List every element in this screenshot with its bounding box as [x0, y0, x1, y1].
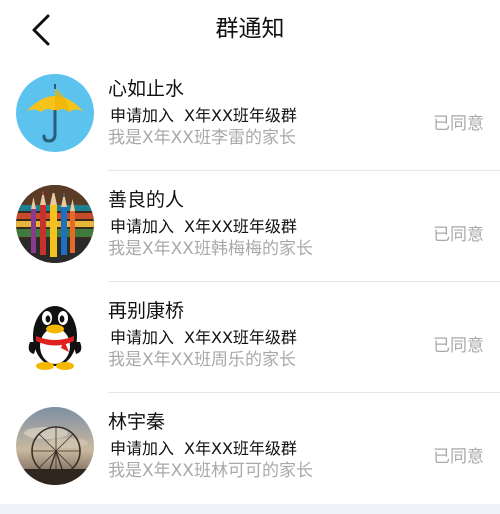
notification-item[interactable]: 心如止水 申请加入 X年XX班年级群 我是X年XX班李雷的家长 已同意: [0, 60, 500, 171]
request-message: 我是X年XX班林可可的家长: [108, 461, 313, 481]
notification-list: 心如止水 申请加入 X年XX班年级群 我是X年XX班李雷的家长 已同意 善良的人…: [0, 60, 500, 504]
notification-item[interactable]: 再别康桥 申请加入 X年XX班年级群 我是X年XX班周乐的家长 已同意: [0, 282, 500, 393]
avatar[interactable]: [16, 296, 94, 374]
notification-item[interactable]: 林宇秦 申请加入 X年XX班年级群 我是X年XX班林可可的家长 已同意: [0, 393, 500, 504]
status-label: 已同意: [433, 225, 484, 245]
bottom-divider-strip: [0, 504, 500, 514]
status-label: 已同意: [433, 114, 484, 134]
umbrella-icon: [16, 74, 94, 152]
request-action: 申请加入: [110, 439, 175, 458]
request-action: 申请加入: [110, 106, 175, 125]
status-label: 已同意: [433, 336, 484, 356]
member-name: 再别康桥: [108, 300, 185, 322]
status-label: 已同意: [433, 447, 484, 467]
avatar[interactable]: [16, 74, 94, 152]
request-message: 我是X年XX班李雷的家长: [108, 128, 296, 148]
notification-item[interactable]: 善良的人 申请加入 X年XX班年级群 我是X年XX班韩梅梅的家长 已同意: [0, 171, 500, 282]
group-name: X年XX班年级群: [184, 106, 297, 125]
colored-pencils-icon: [16, 185, 94, 263]
group-name: X年XX班年级群: [184, 439, 297, 458]
ferris-wheel-icon: [16, 407, 94, 485]
request-message: 我是X年XX班周乐的家长: [108, 350, 296, 370]
member-name: 善良的人: [108, 189, 185, 211]
request-line: 申请加入 X年XX班年级群: [110, 327, 297, 349]
header-bar: 群通知: [0, 0, 500, 60]
request-line: 申请加入 X年XX班年级群: [110, 438, 297, 460]
member-name: 心如止水: [108, 78, 185, 100]
penguin-icon: [16, 296, 94, 374]
request-line: 申请加入 X年XX班年级群: [110, 105, 297, 127]
request-line: 申请加入 X年XX班年级群: [110, 216, 297, 238]
group-name: X年XX班年级群: [184, 328, 297, 347]
page-title: 群通知: [215, 16, 285, 42]
member-name: 林宇秦: [108, 411, 166, 433]
request-action: 申请加入: [110, 328, 175, 347]
request-action: 申请加入: [110, 217, 175, 236]
request-message: 我是X年XX班韩梅梅的家长: [108, 239, 313, 259]
group-name: X年XX班年级群: [184, 217, 297, 236]
avatar[interactable]: [16, 185, 94, 263]
avatar[interactable]: [16, 407, 94, 485]
